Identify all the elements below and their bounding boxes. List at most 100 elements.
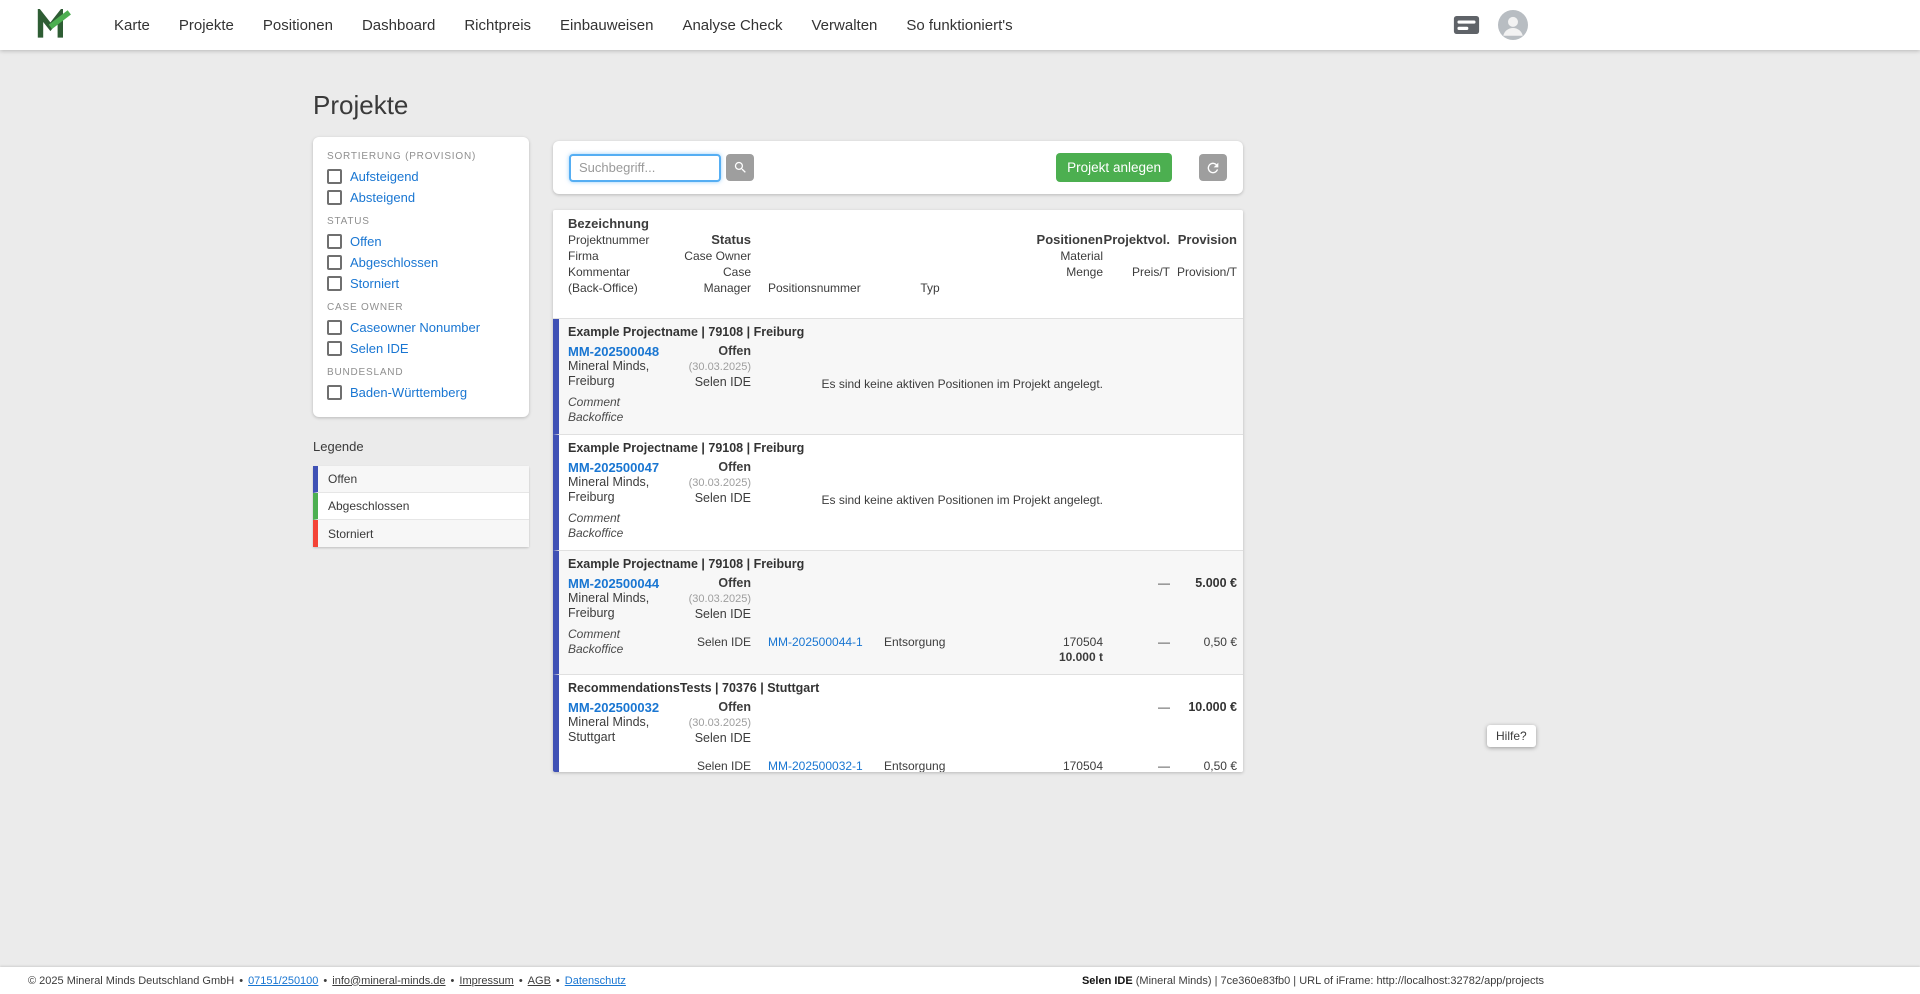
checkbox-icon[interactable] bbox=[327, 341, 342, 356]
nav-analyse-check[interactable]: Analyse Check bbox=[682, 17, 782, 34]
nav-richtpreis[interactable]: Richtpreis bbox=[464, 17, 531, 34]
filter-option-selen-ide[interactable]: Selen IDE bbox=[325, 338, 517, 359]
filter-option-caseowner-nonumber[interactable]: Caseowner Nonumber bbox=[325, 317, 517, 338]
project-comment: Comment Backoffice bbox=[568, 627, 624, 656]
project-comment: Comment Backoffice bbox=[568, 395, 624, 424]
table-body: Example Projectname | 79108 | Freiburg M… bbox=[553, 319, 1243, 772]
project-number-link[interactable]: MM-202500044 bbox=[568, 576, 678, 591]
project-row-title: RecommendationsTests | 70376 | Stuttgart bbox=[568, 681, 820, 695]
position-material-menge: 170504 10.000 t bbox=[1058, 635, 1103, 664]
nav-so-funktionierts[interactable]: So funktioniert's bbox=[906, 17, 1012, 34]
checkbox-icon[interactable] bbox=[327, 169, 342, 184]
phone-link[interactable]: 07151/250100 bbox=[248, 975, 318, 987]
project-row[interactable]: Example Projectname | 79108 | Freiburg M… bbox=[553, 319, 1243, 435]
project-row[interactable]: RecommendationsTests | 70376 | Stuttgart… bbox=[553, 675, 1243, 772]
position-number-link[interactable]: MM-202500032-1 bbox=[768, 759, 863, 772]
legend: Offen Abgeschlossen Storniert bbox=[313, 466, 529, 547]
filter-option-storniert[interactable]: Storniert bbox=[325, 273, 517, 294]
projects-table: Bezeichnung Projektnummer Firma Kommenta… bbox=[553, 210, 1243, 772]
footer: © 2025 Mineral Minds Deutschland GmbH • … bbox=[0, 967, 1920, 994]
position-material-menge: 170504 10.000 t bbox=[1062, 759, 1103, 772]
refresh-button[interactable] bbox=[1199, 154, 1227, 181]
navbar-right bbox=[1453, 10, 1528, 40]
checkbox-icon[interactable] bbox=[327, 255, 342, 270]
header-provision: Provision bbox=[1177, 232, 1237, 247]
header-projektvol: Projektvol. bbox=[1103, 232, 1170, 247]
impressum-link[interactable]: Impressum bbox=[459, 975, 513, 987]
nav-positionen[interactable]: Positionen bbox=[263, 17, 333, 34]
nav-projekte[interactable]: Projekte bbox=[179, 17, 234, 34]
checkbox-icon[interactable] bbox=[327, 320, 342, 335]
project-status: Offen (30.03.2025) bbox=[688, 700, 751, 729]
project-number-link[interactable]: MM-202500047 bbox=[568, 460, 678, 475]
search-button[interactable] bbox=[726, 154, 754, 181]
datenschutz-link[interactable]: Datenschutz bbox=[565, 975, 626, 987]
legend-item-abgeschlossen: Abgeschlossen bbox=[313, 493, 529, 520]
projects-main: Projekt anlegen Bezeichnung Projektnumme… bbox=[553, 141, 1243, 772]
toolbar: Projekt anlegen bbox=[553, 141, 1243, 194]
filter-option-abgeschlossen[interactable]: Abgeschlossen bbox=[325, 252, 517, 273]
checkbox-icon[interactable] bbox=[327, 234, 342, 249]
position-provision: 0,50 € bbox=[1203, 635, 1237, 649]
session-info: Selen IDE (Mineral Minds) | 7ce360e83fb0… bbox=[1081, 974, 1544, 987]
page-title: Projekte bbox=[313, 90, 409, 120]
project-row[interactable]: Example Projectname | 79108 | Freiburg M… bbox=[553, 551, 1243, 675]
project-preis: — bbox=[1158, 576, 1170, 590]
project-ort: Freiburg bbox=[568, 374, 615, 388]
nav-dashboard[interactable]: Dashboard bbox=[362, 17, 435, 34]
nav-verwalten[interactable]: Verwalten bbox=[812, 17, 878, 34]
project-ort: Stuttgart bbox=[568, 730, 616, 744]
header-positionen: Positionen bbox=[1036, 232, 1103, 247]
mineral-minds-logo[interactable] bbox=[36, 9, 72, 41]
checkbox-icon[interactable] bbox=[327, 276, 342, 291]
session-user: Selen IDE bbox=[1081, 974, 1133, 987]
position-typ: Entsorgung bbox=[884, 759, 946, 772]
project-firma: Mineral Minds, bbox=[568, 475, 650, 489]
agb-link[interactable]: AGB bbox=[528, 975, 551, 987]
search-icon bbox=[734, 161, 746, 173]
project-ort: Freiburg bbox=[568, 606, 615, 620]
position-preis: — bbox=[1158, 759, 1170, 772]
footer-links: © 2025 Mineral Minds Deutschland GmbH • … bbox=[28, 974, 626, 987]
legend-item-offen: Offen bbox=[313, 466, 529, 493]
filter-option-absteigend[interactable]: Absteigend bbox=[325, 187, 517, 208]
project-comment: Comment Backoffice bbox=[568, 511, 624, 540]
project-row-title: Example Projectname | 79108 | Freiburg bbox=[568, 441, 805, 455]
filter-option-baden-wuerttemberg[interactable]: Baden-Württemberg bbox=[325, 382, 517, 403]
email-link[interactable]: info@mineral-minds.de bbox=[332, 975, 445, 987]
table-header: Bezeichnung Projektnummer Firma Kommenta… bbox=[553, 210, 1243, 319]
refresh-icon bbox=[1207, 162, 1219, 173]
project-firma: Mineral Minds, bbox=[568, 591, 650, 605]
create-project-button[interactable]: Projekt anlegen bbox=[1056, 153, 1172, 182]
filter-option-offen[interactable]: Offen bbox=[325, 231, 517, 252]
header-status: Status bbox=[711, 232, 751, 247]
position-case-manager: Selen IDE bbox=[696, 635, 751, 649]
project-status: Offen (30.03.2025) bbox=[688, 460, 751, 489]
header-typ: Typ bbox=[920, 281, 940, 295]
help-button[interactable]: Hilfe? bbox=[1487, 725, 1536, 747]
project-row[interactable]: Example Projectname | 79108 | Freiburg M… bbox=[553, 435, 1243, 551]
project-case-owner: Selen IDE bbox=[694, 375, 751, 389]
project-row-title: Example Projectname | 79108 | Freiburg bbox=[568, 557, 805, 571]
nav-karte[interactable]: Karte bbox=[114, 17, 150, 34]
position-preis: — bbox=[1158, 635, 1170, 649]
filter-section-title-sortierung: SORTIERUNG (PROVISION) bbox=[327, 151, 477, 162]
header-positionsnummer: Positionsnummer bbox=[768, 281, 861, 295]
checkbox-icon[interactable] bbox=[327, 190, 342, 205]
card-reader-icon[interactable] bbox=[1453, 15, 1480, 35]
position-number-link[interactable]: MM-202500044-1 bbox=[768, 635, 863, 649]
project-provision: 10.000 € bbox=[1188, 700, 1237, 714]
filter-panel: SORTIERUNG (PROVISION) Aufsteigend Abste… bbox=[313, 137, 529, 417]
header-bezeichnung: Bezeichnung bbox=[568, 216, 649, 231]
user-avatar-icon[interactable] bbox=[1498, 10, 1528, 40]
copyright-text: © 2025 Mineral Minds Deutschland GmbH bbox=[28, 974, 235, 987]
navbar: Karte Projekte Positionen Dashboard Rich… bbox=[0, 0, 1920, 50]
project-number-link[interactable]: MM-202500032 bbox=[568, 700, 678, 715]
logo-icon bbox=[37, 9, 71, 38]
filter-option-aufsteigend[interactable]: Aufsteigend bbox=[325, 166, 517, 187]
checkbox-icon[interactable] bbox=[327, 385, 342, 400]
nav-einbauweisen[interactable]: Einbauweisen bbox=[560, 17, 653, 34]
search-input[interactable] bbox=[569, 153, 721, 182]
project-number-link[interactable]: MM-202500048 bbox=[568, 344, 678, 359]
project-preis: — bbox=[1158, 700, 1170, 714]
